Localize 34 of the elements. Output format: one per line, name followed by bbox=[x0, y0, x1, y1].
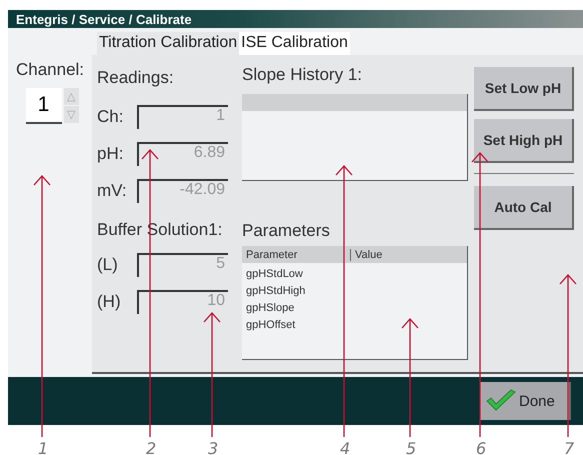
table-cell-text: gpHStdLow bbox=[245, 267, 304, 282]
callout-number: 5 bbox=[406, 439, 416, 455]
action-button[interactable]: Auto Cal bbox=[474, 186, 574, 230]
reading-field: 6.89 bbox=[137, 142, 228, 166]
callout-number: 7 bbox=[564, 439, 574, 455]
field-label: (L) bbox=[97, 255, 119, 276]
table-cell-text: gpHOffset bbox=[245, 318, 296, 333]
readings-heading: Readings: bbox=[97, 68, 175, 88]
field-label: mV: bbox=[97, 181, 128, 202]
reading-field: -42.09 bbox=[137, 179, 228, 203]
checkmark-icon bbox=[486, 389, 516, 413]
field-label: Ch: bbox=[97, 107, 124, 128]
column-header[interactable]: Parameter bbox=[242, 248, 351, 260]
parameters-heading: Parameters bbox=[242, 221, 331, 241]
action-button[interactable]: Set High pH bbox=[474, 119, 574, 163]
callout-number: 4 bbox=[340, 439, 350, 455]
tab[interactable]: ISE Calibration bbox=[239, 32, 350, 55]
channel-field[interactable]: 1 bbox=[26, 88, 62, 124]
reading-field: 1 bbox=[137, 105, 228, 129]
tab[interactable]: Titration Calibration bbox=[97, 32, 240, 55]
table-cell-text: gpHSlope bbox=[245, 301, 296, 316]
callout-number: 1 bbox=[38, 439, 48, 455]
table-cell-text: gpHStdHigh bbox=[245, 284, 306, 299]
field-label: pH: bbox=[97, 144, 124, 165]
slope-history-heading: Slope History 1: bbox=[242, 65, 363, 85]
field-label: (H) bbox=[97, 292, 122, 313]
action-button[interactable]: Set Low pH bbox=[474, 67, 574, 111]
column-header[interactable]: Value bbox=[351, 248, 382, 260]
done-button[interactable]: Done bbox=[480, 382, 571, 420]
channel-label: Channel: bbox=[16, 60, 84, 80]
window-title: Entegris / Service / Calibrate bbox=[16, 12, 192, 26]
callout-number: 6 bbox=[476, 439, 486, 455]
callout-number: 2 bbox=[146, 439, 156, 455]
callout-number: 3 bbox=[208, 439, 218, 455]
